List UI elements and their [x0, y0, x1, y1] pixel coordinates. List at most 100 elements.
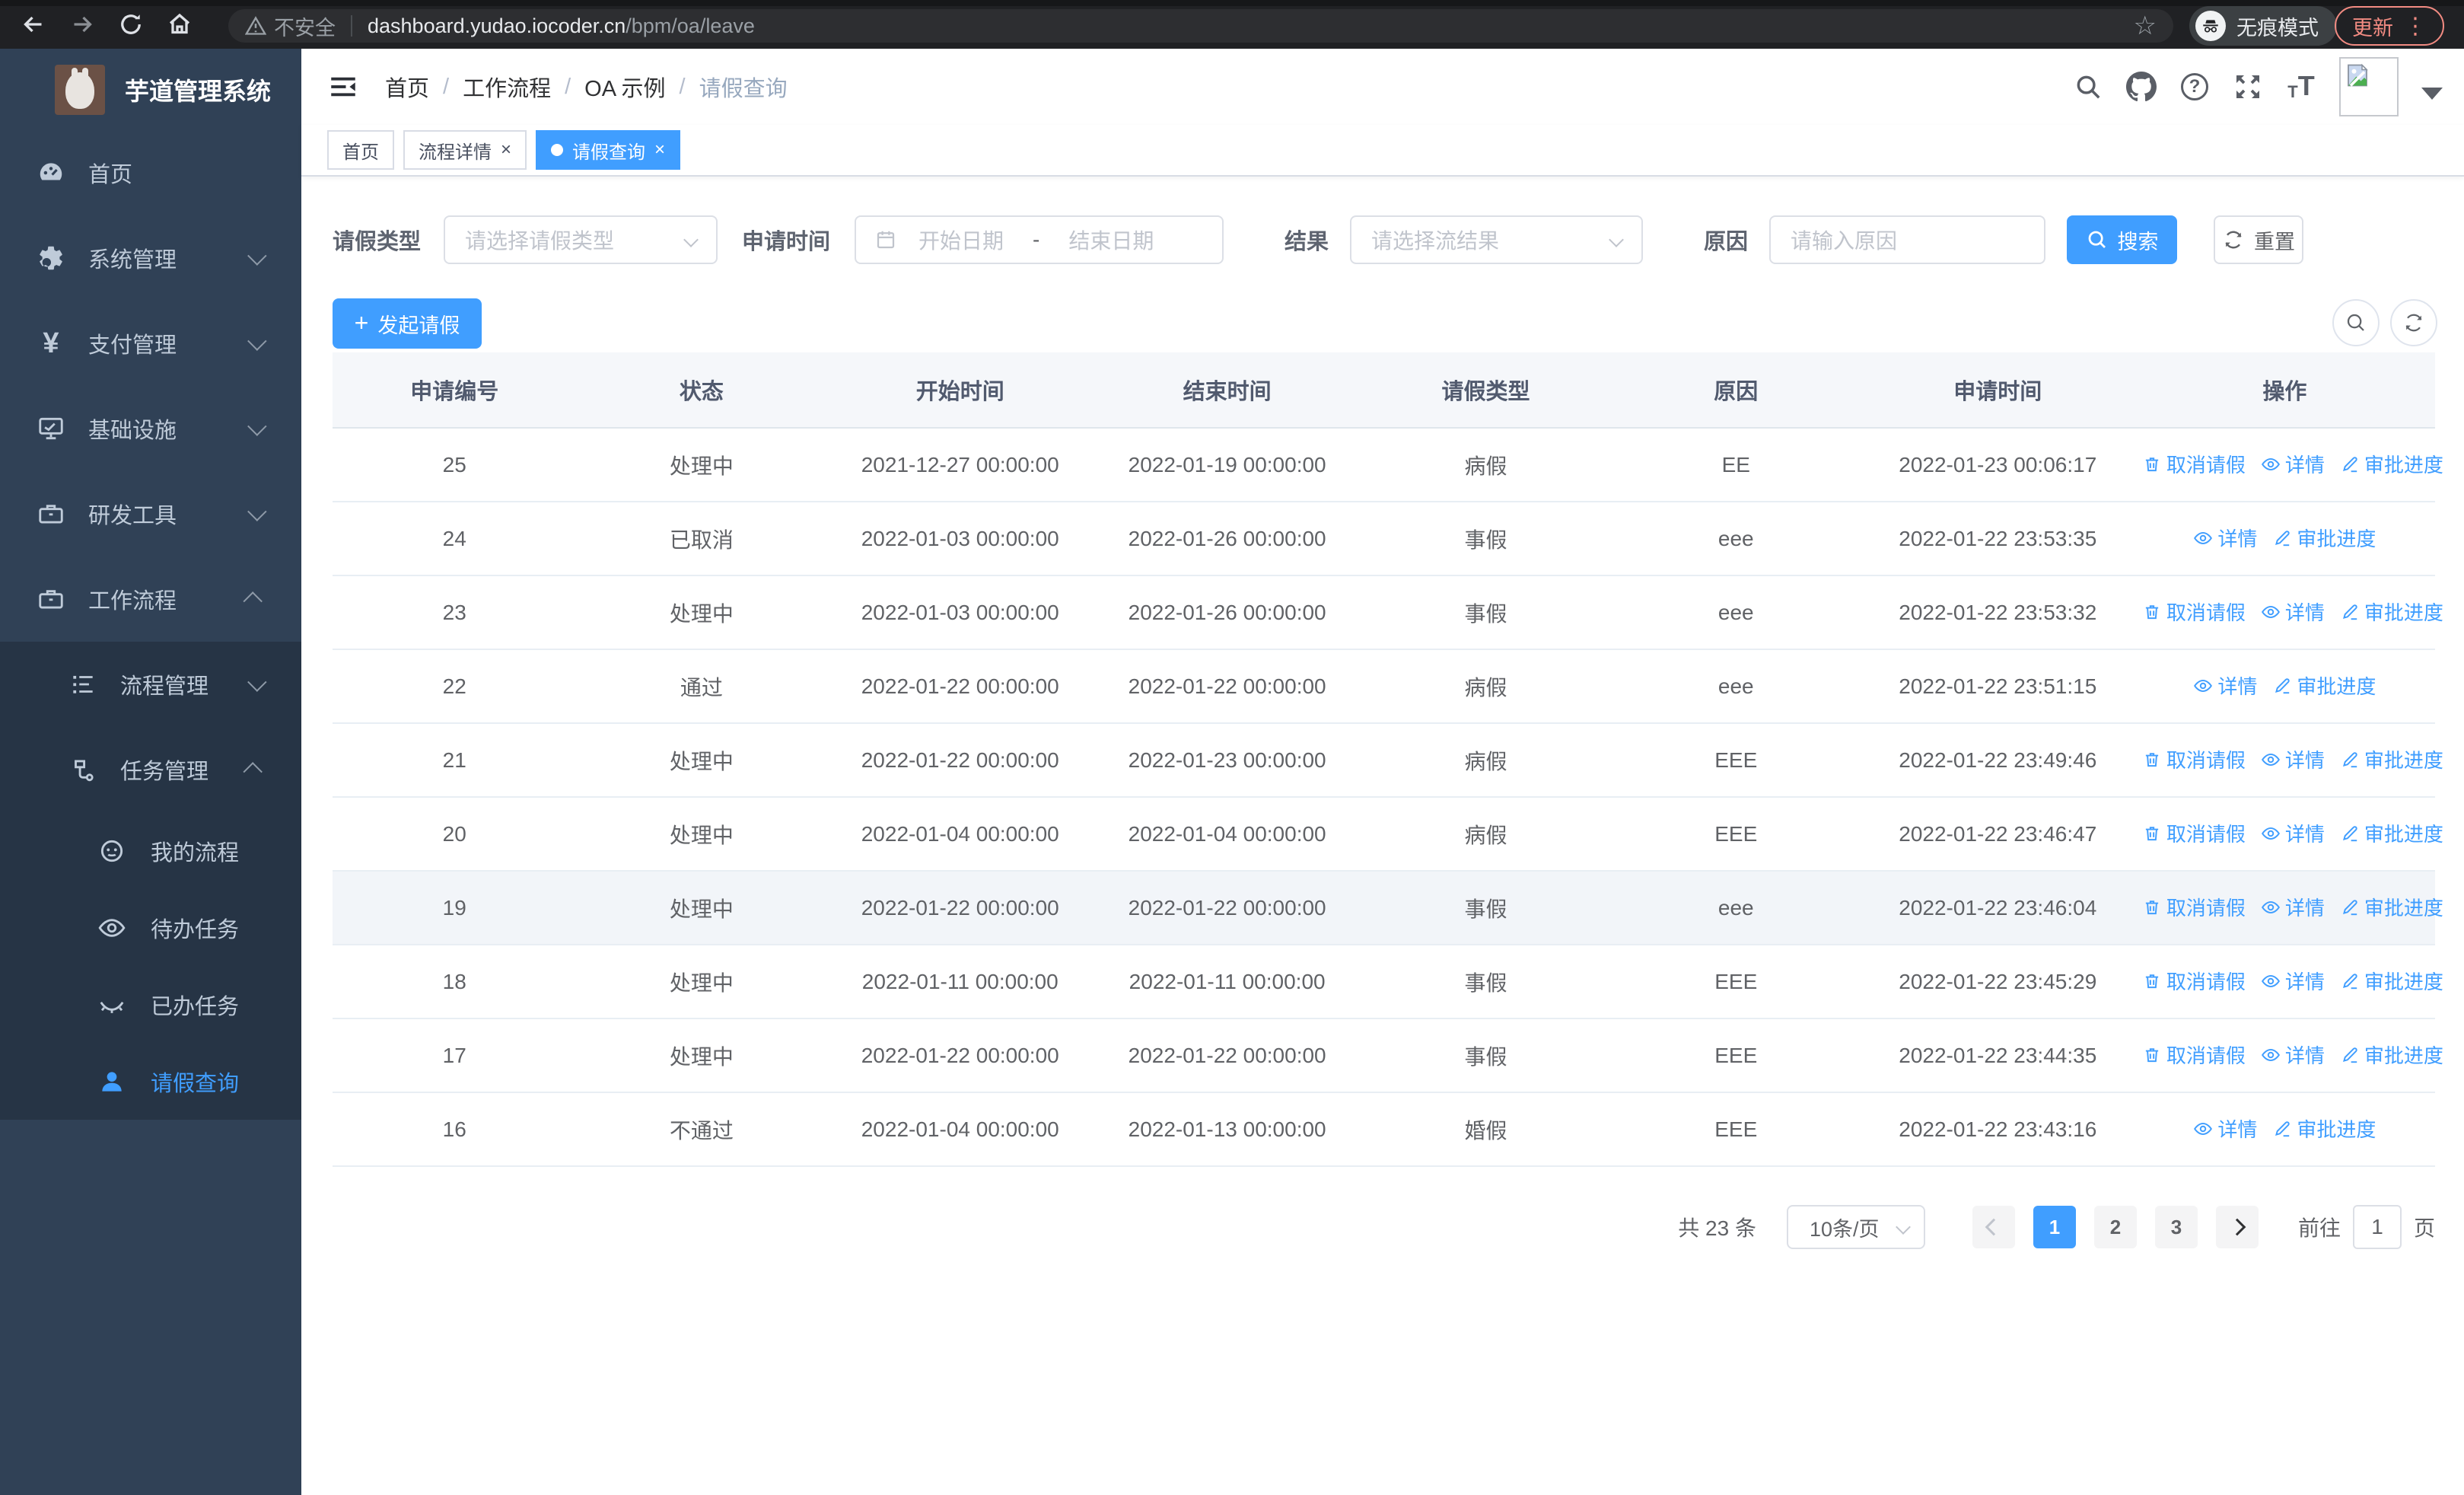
page-button-2[interactable]: 2: [2093, 1206, 2137, 1248]
page-size-select[interactable]: 10条/页: [1786, 1205, 1925, 1249]
close-icon[interactable]: [654, 141, 665, 159]
sidebar-collapse-icon[interactable]: [327, 71, 359, 103]
approval-progress-link[interactable]: 审批进度: [2272, 524, 2376, 552]
approval-progress-link[interactable]: 审批进度: [2340, 819, 2443, 847]
table-cell: 2022-01-22 00:00:00: [1094, 1018, 1361, 1093]
cancel-leave-link[interactable]: 取消请假: [2142, 1041, 2246, 1069]
start-date-input[interactable]: 开始日期: [918, 225, 1004, 255]
detail-link[interactable]: 详情: [2261, 819, 2325, 847]
sidebar-item-payment[interactable]: 支付管理: [0, 301, 301, 386]
chevron-up-icon: [243, 762, 263, 782]
create-leave-button[interactable]: 发起请假: [333, 298, 482, 349]
detail-link[interactable]: 详情: [2261, 450, 2325, 478]
goto-page-input[interactable]: [2352, 1205, 2402, 1249]
update-label[interactable]: 更新: [2352, 11, 2393, 41]
detail-link[interactable]: 详情: [2193, 671, 2257, 700]
chevron-down-icon: [1609, 232, 1624, 247]
sidebar-item-my-process[interactable]: 我的流程: [0, 812, 301, 889]
detail-link[interactable]: 详情: [2261, 1041, 2325, 1069]
help-icon[interactable]: [2179, 72, 2210, 102]
detail-link[interactable]: 详情: [2193, 1114, 2257, 1143]
table-cell: 2022-01-04 00:00:00: [826, 797, 1094, 872]
sidebar-item-label: 基础设施: [88, 419, 177, 443]
github-icon[interactable]: [2126, 72, 2157, 102]
result-select[interactable]: 请选择流结果: [1350, 215, 1643, 264]
approval-progress-link[interactable]: 审批进度: [2272, 1114, 2376, 1143]
date-range-picker[interactable]: 开始日期 - 结束日期: [855, 215, 1224, 264]
cancel-leave-link[interactable]: 取消请假: [2142, 967, 2246, 995]
tab-label: 请假查询: [572, 142, 646, 163]
address-bar[interactable]: 不安全 dashboard.yudao.iocoder.cn/bpm/oa/le…: [228, 9, 2173, 43]
search-icon[interactable]: [2073, 72, 2103, 102]
sidebar-item-home[interactable]: 首页: [0, 130, 301, 215]
reset-button[interactable]: 重置: [2214, 215, 2303, 264]
approval-progress-link[interactable]: 审批进度: [2340, 967, 2443, 995]
tab-home[interactable]: 首页: [327, 130, 394, 170]
sidebar-item-todo-tasks[interactable]: 待办任务: [0, 889, 301, 966]
sidebar-item-leave-query[interactable]: 请假查询: [0, 1043, 301, 1120]
table-refresh-button[interactable]: [2390, 299, 2437, 346]
breadcrumb: 首页 / 工作流程 / OA 示例 / 请假查询: [385, 71, 788, 103]
sidebar-item-devtools[interactable]: 研发工具: [0, 471, 301, 556]
approval-progress-link[interactable]: 审批进度: [2340, 1041, 2443, 1069]
font-size-icon[interactable]: [2286, 72, 2316, 102]
cancel-leave-link[interactable]: 取消请假: [2142, 745, 2246, 773]
avatar[interactable]: [2339, 57, 2399, 116]
cancel-leave-link[interactable]: 取消请假: [2142, 893, 2246, 921]
eye-icon: [2261, 605, 2280, 618]
page-unit-label: 页: [2413, 1216, 2435, 1240]
reset-button-label: 重置: [2254, 230, 2295, 253]
breadcrumb-item[interactable]: 工作流程: [463, 71, 551, 103]
page-button-1[interactable]: 1: [2033, 1206, 2076, 1248]
avatar-caret-icon[interactable]: [2421, 88, 2443, 100]
next-page-button[interactable]: [2215, 1206, 2259, 1248]
sidebar-item-task-mgmt[interactable]: 任务管理: [0, 727, 301, 812]
url-path[interactable]: /bpm/oa/leave: [626, 14, 755, 38]
cancel-leave-link[interactable]: 取消请假: [2142, 598, 2246, 626]
approval-progress-link[interactable]: 审批进度: [2272, 671, 2376, 700]
approval-progress-link[interactable]: 审批进度: [2340, 598, 2443, 626]
sidebar-item-workflow[interactable]: 工作流程: [0, 556, 301, 642]
tab-leave-query[interactable]: 请假查询: [536, 130, 681, 170]
broken-image-icon: [2348, 63, 2368, 87]
close-icon[interactable]: [501, 141, 511, 159]
sidebar-item-infrastructure[interactable]: 基础设施: [0, 386, 301, 471]
detail-link[interactable]: 详情: [2261, 745, 2325, 773]
cancel-leave-link[interactable]: 取消请假: [2142, 819, 2246, 847]
cancel-leave-link[interactable]: 取消请假: [2142, 450, 2246, 478]
home-icon[interactable]: [166, 11, 193, 38]
page-button-3[interactable]: 3: [2154, 1206, 2198, 1248]
browser-update-button[interactable]: 更新: [2335, 6, 2444, 46]
prev-page-button[interactable]: [1972, 1206, 2015, 1248]
detail-link[interactable]: 详情: [2261, 598, 2325, 626]
back-icon[interactable]: [20, 11, 47, 38]
col-status: 状态: [576, 352, 827, 429]
sidebar-item-system[interactable]: 系统管理: [0, 215, 301, 301]
bookmark-star-icon[interactable]: [2134, 13, 2157, 39]
sidebar-menu: 首页 系统管理 支付管理 基础设施 研发工具: [0, 130, 301, 1120]
security-label[interactable]: 不安全: [274, 11, 336, 41]
detail-link[interactable]: 详情: [2261, 967, 2325, 995]
breadcrumb-item[interactable]: 首页: [385, 71, 429, 103]
reload-icon[interactable]: [117, 11, 145, 38]
approval-progress-link[interactable]: 审批进度: [2340, 450, 2443, 478]
tab-process-detail[interactable]: 流程详情: [403, 130, 527, 170]
sidebar-item-label: 研发工具: [88, 504, 177, 528]
search-button[interactable]: 搜索: [2067, 215, 2177, 264]
detail-link[interactable]: 详情: [2193, 524, 2257, 552]
approval-progress-link[interactable]: 审批进度: [2340, 745, 2443, 773]
table-search-toggle-button[interactable]: [2332, 299, 2380, 346]
end-date-input[interactable]: 结束日期: [1068, 225, 1154, 255]
forward-icon[interactable]: [68, 11, 96, 38]
fullscreen-icon[interactable]: [2233, 72, 2263, 102]
browser-menu-icon[interactable]: [2404, 13, 2427, 40]
sidebar-item-process-mgmt[interactable]: 流程管理: [0, 642, 301, 727]
url-host[interactable]: dashboard.yudao.iocoder.cn: [368, 14, 626, 38]
leave-type-select[interactable]: 请选择请假类型: [444, 215, 718, 264]
breadcrumb-item[interactable]: OA 示例: [584, 71, 665, 103]
sidebar-item-done-tasks[interactable]: 已办任务: [0, 966, 301, 1043]
detail-link[interactable]: 详情: [2261, 893, 2325, 921]
reason-input[interactable]: 请输入原因: [1769, 215, 2045, 264]
approval-progress-link[interactable]: 审批进度: [2340, 893, 2443, 921]
table-cell: 2022-01-26 00:00:00: [1094, 575, 1361, 650]
